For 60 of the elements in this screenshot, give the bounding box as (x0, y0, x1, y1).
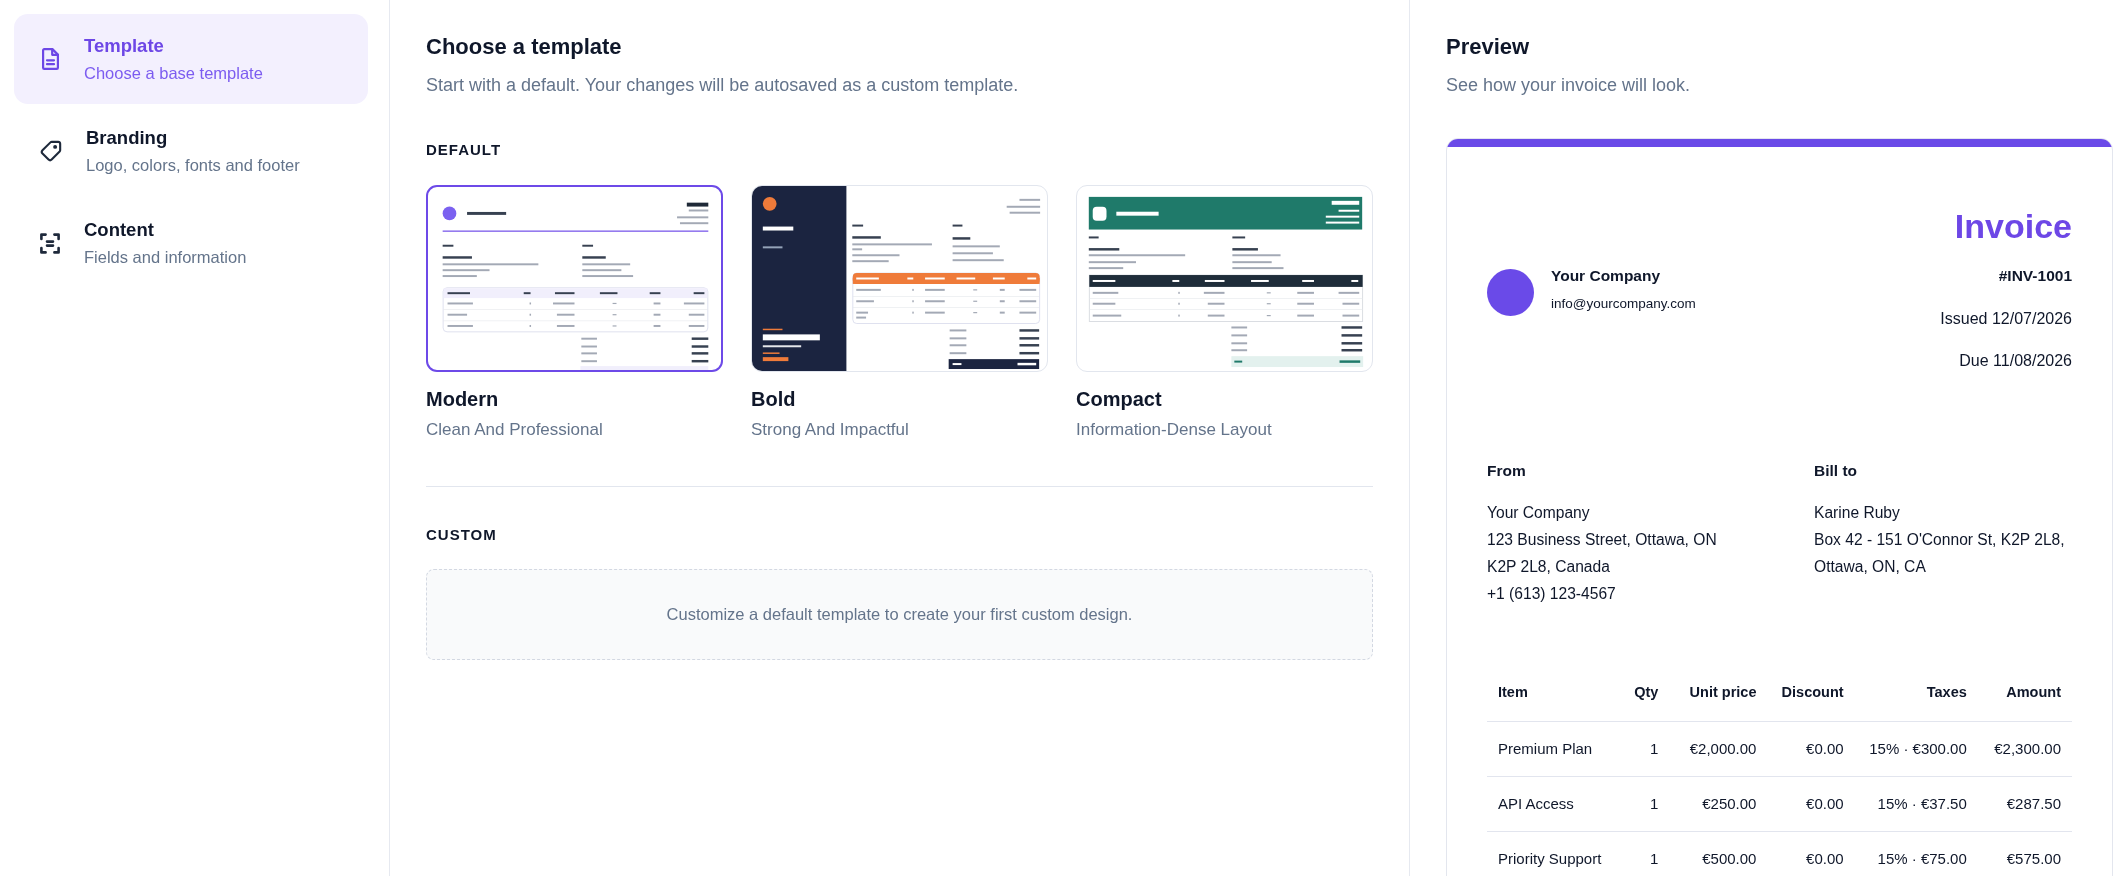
table-cell: €287.50 (1977, 776, 2072, 831)
table-cell: €0.00 (1767, 831, 1855, 876)
bill-to-label: Bill to (1814, 461, 1859, 481)
table-cell: 1 (1617, 721, 1670, 776)
table-cell: 1 (1617, 776, 1670, 831)
section-heading: Choose a template (426, 34, 623, 60)
scan-lines-icon (40, 232, 60, 254)
table-header-cell: Qty (1617, 662, 1670, 721)
table-cell: €500.00 (1669, 831, 1768, 876)
table-cell: API Access (1487, 776, 1618, 831)
table-header-cell: Discount (1767, 662, 1855, 721)
table-cell: €2,300.00 (1977, 721, 2072, 776)
invoice-template-thumbnail[interactable] (426, 185, 723, 372)
company-name: Your Company (1551, 266, 1662, 286)
sidebar-nav-item[interactable]: Branding Logo, colors, fonts and footer (14, 106, 368, 196)
from-address-line: K2P 2L8, Canada (1487, 556, 1611, 577)
from-address-line: 123 Business Street, Ottawa, ON (1487, 529, 1718, 550)
table-header-cell: Taxes (1854, 662, 1978, 721)
template-name: Modern (426, 387, 500, 411)
table-cell: €0.00 (1767, 721, 1855, 776)
bill-to-address-line: Ottawa, ON, CA (1814, 556, 1927, 577)
company-email: info@yourcompany.com (1551, 295, 1696, 313)
template-name: Compact (1076, 387, 1163, 411)
logo-circle-icon (1487, 269, 1534, 316)
invoice-title: Invoice (1953, 206, 2072, 246)
due-date: Due 11/08/2026 (1958, 351, 2072, 371)
template-name: Bold (751, 387, 797, 411)
sidebar-nav-item[interactable]: Content Fields and information (14, 198, 368, 288)
template-description: Information-Dense Layout (1076, 419, 1273, 441)
table-cell: 1 (1617, 831, 1670, 876)
issue-date: Issued 12/07/2026 (1940, 309, 2072, 329)
table-cell: Premium Plan (1487, 721, 1618, 776)
from-address-line: Your Company (1487, 502, 1591, 523)
invoice-number: #INV-1001 (1997, 266, 2072, 286)
section-description: Start with a default. Your changes will be autosaved as a custom template. (426, 74, 1020, 97)
table-cell: Priority Support (1487, 831, 1618, 876)
bill-to-address-line: Box 42 - 151 O'Connor St, K2P 2L8, (1814, 529, 2066, 550)
table-header-cell: Amount (1977, 662, 2072, 721)
sidebar-nav-item[interactable]: Template Choose a base template (14, 14, 368, 104)
table-cell: €2,000.00 (1669, 721, 1768, 776)
document-icon (41, 48, 59, 70)
template-description: Clean And Professional (426, 419, 604, 441)
group-label: DEFAULT (426, 141, 503, 159)
from-address-line: +1 (613) 123-4567 (1487, 583, 1617, 604)
preview-heading: Preview (1446, 34, 1531, 60)
table-cell: €250.00 (1669, 776, 1768, 831)
table-cell: €575.00 (1977, 831, 2072, 876)
from-label: From (1487, 461, 1527, 481)
table-cell: 15% · €75.00 (1854, 831, 1978, 876)
table-cell: 15% · €37.50 (1854, 776, 1978, 831)
custom-templates-empty-panel: Customize a default template to create your first custom design. (426, 569, 1373, 660)
preview-description: See how your invoice will look. (1446, 74, 1692, 97)
group-label: CUSTOM (426, 526, 498, 544)
tag-icon (40, 140, 62, 162)
table-header-cell: Item (1487, 662, 1618, 721)
table-cell: €0.00 (1767, 776, 1855, 831)
table-header-cell: Unit price (1669, 662, 1768, 721)
bill-to-address-line: Karine Ruby (1814, 502, 1901, 523)
table-cell: 15% · €300.00 (1854, 721, 1978, 776)
template-description: Strong And Impactful (751, 419, 910, 441)
